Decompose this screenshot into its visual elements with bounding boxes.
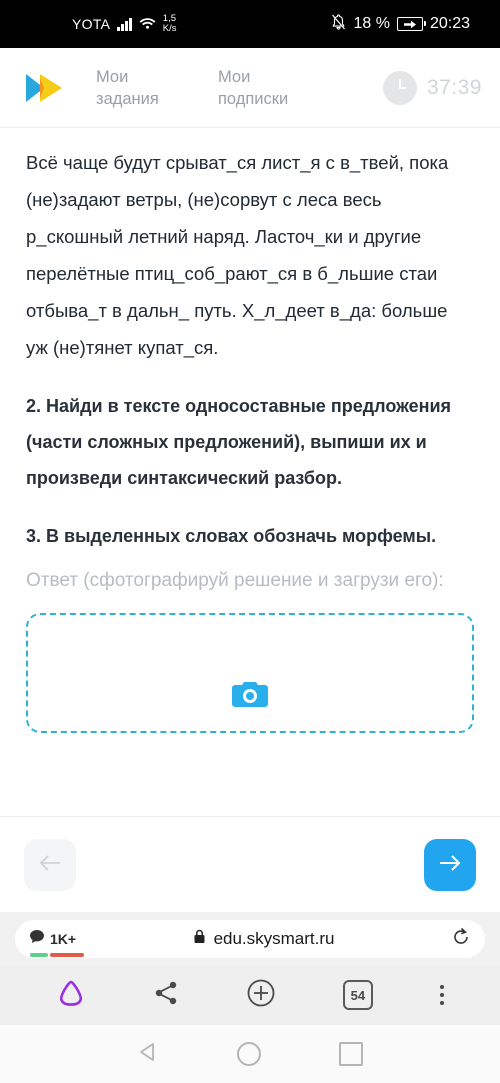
tab-my-subscriptions[interactable]: Мои подписки [218,66,310,110]
browser-url-bar-container: 1K+ edu.skysmart.ru [0,912,500,966]
battery-charging-icon [396,17,426,31]
camera-icon[interactable] [231,679,269,709]
share-icon[interactable] [153,980,179,1011]
browser-url-bar[interactable]: 1K+ edu.skysmart.ru [15,920,485,958]
clock-icon [382,70,417,105]
network-speed-unit: K/s [162,23,177,34]
wifi-icon [139,16,156,33]
answer-label: Ответ (сфотографируй решение и загрузи е… [26,570,444,591]
app-header: Мои задания Мои подписки 37:39 [0,48,500,128]
status-bar-left: YOTA 1,5 K/s [72,14,177,34]
photo-upload-dropzone[interactable] [26,613,474,733]
android-status-bar: YOTA 1,5 K/s 18 % 20:23 [0,0,500,48]
task-2-text: 2. Найди в тексте односоставные предложе… [26,396,452,488]
header-tabs: Мои задания Мои подписки [96,66,310,110]
more-menu-icon[interactable] [439,984,445,1006]
android-nav-bar [0,1024,500,1083]
clock-label: 20:23 [429,15,470,32]
prev-task-button[interactable] [24,838,76,891]
signal-bars-icon [117,17,132,31]
android-back-icon[interactable] [137,1041,159,1068]
tab-count-button[interactable]: 54 [342,980,373,1010]
battery-percent-label: 18 % [353,15,390,32]
carrier-label: YOTA [72,16,111,32]
task-3-text: 3. В выделенных словах обозначь морфемы. [26,526,437,546]
site-rating-bars [30,953,84,957]
next-task-button[interactable] [424,838,476,891]
timer-value: 37:39 [426,75,482,99]
phone-screen: YOTA 1,5 K/s 18 % 20:23 Мои задания Мои … [0,0,500,1083]
exercise-paragraph: Всё чаще будут срыват_ся лист_я с в_твей… [26,152,449,358]
add-tab-icon[interactable] [246,978,276,1013]
android-recents-icon[interactable] [339,1042,363,1066]
skysmart-play-logo[interactable] [22,68,70,108]
lock-icon [193,929,206,949]
assignment-content: Всё чаще будут срыват_ся лист_я с в_твей… [0,128,500,816]
url-display[interactable]: edu.skysmart.ru [76,929,451,949]
reload-icon[interactable] [451,927,471,952]
comment-icon [29,929,45,949]
assignment-timer: 37:39 [382,70,482,105]
bell-muted-icon [331,13,346,35]
comments-count: 1K+ [50,931,77,947]
url-text: edu.skysmart.ru [213,929,335,948]
arrow-right-icon [438,854,462,875]
alice-assistant-icon[interactable] [56,978,86,1013]
network-speed-indicator: 1,5 K/s [163,14,177,34]
android-home-icon[interactable] [237,1042,261,1066]
tab-my-assignments[interactable]: Мои задания [96,66,188,110]
arrow-left-icon [38,854,62,875]
browser-bottom-toolbar: 54 [0,966,500,1024]
status-bar-right: 18 % 20:23 [331,13,470,35]
comments-badge[interactable]: 1K+ [29,929,84,957]
assignment-nav-row [0,816,500,912]
